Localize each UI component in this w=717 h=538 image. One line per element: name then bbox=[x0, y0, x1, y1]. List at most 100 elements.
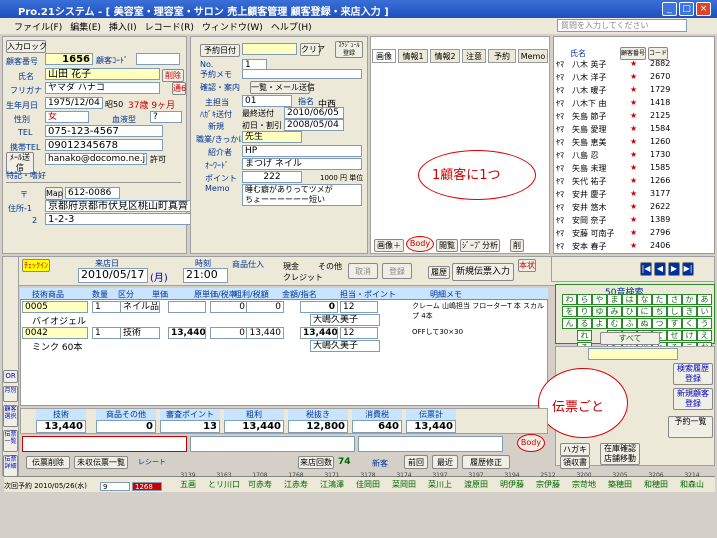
kana-button[interactable]: け bbox=[682, 330, 697, 341]
staff-item[interactable]: 3200 宗苛地 bbox=[566, 472, 602, 490]
list-item[interactable]: ﾔﾏ 八木 英子 ★ 2882 bbox=[556, 59, 681, 71]
kana-button[interactable]: み bbox=[607, 306, 622, 317]
blood-select[interactable]: ? bbox=[150, 111, 182, 123]
staff-item[interactable]: 3206 和穂田 bbox=[638, 472, 674, 490]
kana-all-button[interactable]: すべて bbox=[600, 332, 660, 345]
kana-button[interactable]: ふ bbox=[622, 318, 637, 329]
new-customer-button[interactable]: 新規顧客登録 bbox=[673, 388, 713, 410]
kana-button[interactable]: よ bbox=[592, 318, 607, 329]
stock-button[interactable]: 在庫確認店舗移動 bbox=[600, 443, 640, 465]
kana-button[interactable]: わ bbox=[562, 294, 577, 305]
kana-button[interactable]: ま bbox=[607, 294, 622, 305]
grid-cell-price[interactable] bbox=[168, 301, 206, 313]
visit-date-field[interactable]: 2010/05/17 bbox=[78, 268, 148, 283]
tab-memo[interactable]: Memo bbox=[518, 49, 548, 63]
first-date-field[interactable]: 2008/05/04 bbox=[284, 119, 344, 131]
list-item[interactable]: ﾔﾏ 八木下 由 ★ 1418 bbox=[556, 98, 681, 110]
menu-file[interactable]: ファイル(F) bbox=[0, 18, 66, 35]
body-button[interactable]: Body bbox=[406, 236, 434, 252]
kana-button[interactable]: さ bbox=[667, 294, 682, 305]
schedule-button[interactable]: ｽｹｼﾞｭｰﾙ登録 bbox=[335, 41, 363, 58]
kana-button[interactable]: に bbox=[637, 306, 652, 317]
staff-item[interactable]: 3197 渡原田 bbox=[458, 472, 494, 490]
image-delete-button[interactable]: 削 bbox=[510, 239, 524, 252]
grid-cell-cost[interactable]: 0 bbox=[210, 301, 248, 313]
kana-button[interactable]: り bbox=[577, 306, 592, 317]
grid-cell-cost[interactable]: 0 bbox=[210, 327, 248, 339]
staff-item[interactable]: 3163 とリ川口 bbox=[206, 472, 242, 490]
grid-cell-kind[interactable]: 技術 bbox=[120, 327, 160, 339]
staff-item[interactable]: 3171 江鴻澤 bbox=[314, 472, 350, 490]
list-item[interactable]: ﾔﾏ 矢島 未理 ★ 1585 bbox=[556, 163, 681, 175]
staff-item[interactable]: 3139 五画 bbox=[170, 472, 206, 490]
kana-button[interactable]: し bbox=[667, 306, 682, 317]
staff-item[interactable]: 1708 可赤寿 bbox=[242, 472, 278, 490]
reservation-date-field[interactable] bbox=[242, 43, 297, 55]
kana-button[interactable]: る bbox=[577, 318, 592, 329]
grid-memo[interactable]: クレーム 山嶋担当 フローターT 本 スカルプ 4本 bbox=[412, 301, 546, 325]
kana-button[interactable]: た bbox=[652, 294, 667, 305]
staff-item[interactable]: 2512 宗伊藤 bbox=[530, 472, 566, 490]
list-item[interactable]: ﾔﾏ 矢島 恵美 ★ 1260 bbox=[556, 137, 681, 149]
grid-memo[interactable]: OFFして30×30 bbox=[412, 327, 546, 351]
list-mail-button[interactable]: 一覧・メール送信 bbox=[250, 81, 315, 94]
first-record-button[interactable]: |◀ bbox=[640, 262, 652, 276]
grid-cell-amount[interactable]: 0 bbox=[300, 301, 338, 313]
grid-cell-price[interactable]: 13,440 bbox=[168, 327, 206, 339]
unpaid-slip-list-button[interactable]: 未収伝票一覧 bbox=[74, 456, 128, 469]
list-item[interactable]: ﾔﾏ 矢島 節子 ★ 2125 bbox=[556, 111, 681, 123]
tab-image[interactable]: 画像 bbox=[372, 49, 396, 63]
list-item[interactable]: ﾔﾏ 矢島 愛理 ★ 1584 bbox=[556, 124, 681, 136]
monthly-button[interactable]: 月別 bbox=[3, 386, 18, 402]
kana-button[interactable]: ち bbox=[652, 306, 667, 317]
grid-cell-amount[interactable]: 13,440 bbox=[300, 327, 338, 339]
kana-button[interactable]: あ bbox=[697, 294, 712, 305]
mail-field[interactable]: hanako@docomo.ne.jp bbox=[45, 153, 147, 165]
new-slip-button[interactable]: 新規伝票入力 bbox=[452, 263, 514, 281]
staff-item[interactable]: 3174 菜岡田 bbox=[386, 472, 422, 490]
kana-button[interactable]: ん bbox=[562, 318, 577, 329]
delete-button[interactable]: 削除 bbox=[162, 69, 184, 82]
zip-field[interactable]: 612-0086 bbox=[65, 187, 120, 199]
hagaki-button[interactable]: ハガキ bbox=[560, 443, 590, 456]
slip-note-field-3[interactable] bbox=[358, 436, 503, 452]
grid-cell-code[interactable]: 0042 bbox=[22, 327, 88, 339]
list-item[interactable]: ﾔﾏ 安岡 奈子 ★ 1389 bbox=[556, 215, 681, 227]
kana-button[interactable]: や bbox=[592, 294, 607, 305]
grid-staff[interactable]: 大嶋久美子 bbox=[310, 340, 380, 352]
staff-item[interactable]: 3178 佳岡田 bbox=[350, 472, 386, 490]
slip-note-field-2[interactable] bbox=[190, 436, 355, 452]
kana-button[interactable]: ら bbox=[577, 294, 592, 305]
tab-info2[interactable]: 情報2 bbox=[430, 49, 460, 63]
analysis-button[interactable]: ｼﾞｰﾌﾟ分析 bbox=[460, 239, 500, 252]
kana-button[interactable]: せ bbox=[667, 330, 682, 341]
staff-item[interactable]: 3205 築穂田 bbox=[602, 472, 638, 490]
last-record-button[interactable]: ▶| bbox=[682, 262, 694, 276]
list-item[interactable]: ﾔﾏ 安本 春子 ★ 2406 bbox=[556, 241, 681, 253]
grid-cell-profit[interactable]: 13,440 bbox=[246, 327, 284, 339]
slip-list-button[interactable]: 伝票一覧 bbox=[3, 430, 18, 452]
customer-code-field[interactable] bbox=[136, 53, 180, 65]
kana-button[interactable]: ひ bbox=[622, 306, 637, 317]
kana-button[interactable]: な bbox=[637, 294, 652, 305]
kana-button[interactable]: む bbox=[607, 318, 622, 329]
input-lock-button[interactable]: 入力ロック bbox=[6, 40, 47, 53]
menu-insert[interactable]: 挿入(I) bbox=[105, 18, 141, 35]
visit-time-field[interactable]: 21:00 bbox=[183, 268, 228, 283]
prev-record-button[interactable]: ◀ bbox=[654, 262, 666, 276]
staff-item[interactable]: 3194 明伊藤 bbox=[494, 472, 530, 490]
staff-item[interactable]: 1768 江赤寿 bbox=[278, 472, 314, 490]
kana-button[interactable]: れ bbox=[577, 330, 592, 341]
latest-button[interactable]: 最近 bbox=[432, 455, 458, 469]
hagaki-check[interactable]: 最終送付 bbox=[242, 108, 274, 119]
job-select[interactable]: 先生 bbox=[242, 131, 302, 143]
menu-edit[interactable]: 編集(E) bbox=[66, 18, 105, 35]
name-field[interactable]: 山田 花子 bbox=[45, 68, 160, 80]
menu-record[interactable]: レコード(R) bbox=[141, 18, 198, 35]
image-add-button[interactable]: 画像＋ bbox=[374, 239, 404, 252]
reservation-memo-field[interactable] bbox=[242, 69, 362, 79]
kana-button[interactable]: か bbox=[682, 294, 697, 305]
kana-button[interactable]: は bbox=[622, 294, 637, 305]
pay-cash-radio[interactable]: 現金 bbox=[283, 261, 299, 272]
list-item[interactable]: ﾔﾏ 安井 悠木 ★ 2622 bbox=[556, 202, 681, 214]
